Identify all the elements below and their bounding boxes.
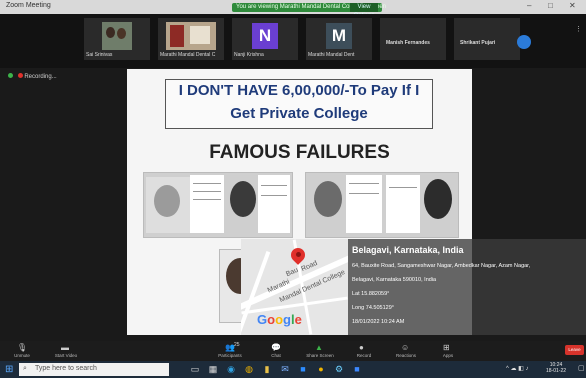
chrome-icon[interactable]: ◍ <box>242 362 256 376</box>
participants-label: Participants <box>218 353 242 358</box>
share-screen-label: Share Screen <box>306 353 334 358</box>
share-screen-button[interactable]: ▲ Share Screen <box>302 341 338 361</box>
more-icon[interactable]: ⋮ <box>575 25 582 33</box>
notification-icon[interactable]: ▢ <box>578 364 585 372</box>
failure-photo-collage <box>305 172 459 238</box>
unmute-label: Unmute <box>14 353 30 358</box>
edge-icon[interactable]: ◉ <box>224 362 238 376</box>
geotag-info: Belagavi, Karnataka, India 64, Bauxite R… <box>348 239 586 335</box>
screen-share-banner: You are viewing Marathi Mandal Dental Co… <box>232 3 386 19</box>
chat-icon: 💬 <box>271 343 281 352</box>
participant-video <box>166 22 216 50</box>
record-button[interactable]: ● Record <box>346 341 382 361</box>
system-tray-icons[interactable]: ^ ☁ ◧ ♪ <box>506 365 529 372</box>
chat-button[interactable]: 💬 Chat <box>258 341 294 361</box>
headline-line-1: I DON'T HAVE 6,00,000/-To Pay If I <box>178 82 420 99</box>
reactions-label: Reactions <box>395 353 416 358</box>
participant-tile[interactable]: Shrikant Pujari <box>454 18 520 60</box>
headline-box: I DON'T HAVE 6,00,000/-To Pay If I Get P… <box>165 79 433 129</box>
task-view-icon[interactable]: ▭ <box>188 362 202 376</box>
record-icon: ● <box>359 343 364 352</box>
participant-tile[interactable]: M Marathi Mandal Dent <box>306 18 372 60</box>
failure-photo-collage <box>143 172 293 238</box>
zoom-icon[interactable]: ■ <box>296 362 310 376</box>
mail-icon[interactable]: ✉ <box>278 362 292 376</box>
leave-button[interactable]: Leave <box>565 345 584 355</box>
participant-tile[interactable]: N Nanji Krishna <box>232 18 298 60</box>
security-icon <box>8 73 13 78</box>
geotag-lat: Lat 15.882059° <box>352 291 390 297</box>
participants-button[interactable]: 👥 25 Participants <box>212 341 248 361</box>
participant-name: Manish Fernandes <box>386 40 430 46</box>
avatar: N <box>252 23 278 49</box>
profile-icon[interactable] <box>517 35 531 49</box>
share-screen-icon: ▲ <box>315 343 323 352</box>
minimize-button[interactable]: – <box>527 1 531 10</box>
google-logo: Google <box>257 312 302 327</box>
start-video-label: Start Video <box>54 353 78 358</box>
headline-line-2: Get Private College <box>230 105 368 122</box>
clock-date: 18-01-22 <box>546 368 567 374</box>
maximize-button[interactable]: □ <box>548 1 553 10</box>
geotag-city: Belagavi, Karnataka, India <box>352 245 464 255</box>
participant-tile[interactable]: Sai Srinivas <box>84 18 150 60</box>
taskbar-search-box[interactable]: ⌕ Type here to search <box>19 363 169 376</box>
settings-icon[interactable]: ⚙ <box>332 362 346 376</box>
app-icon[interactable]: ■ <box>350 362 364 376</box>
app-icon[interactable]: ● <box>314 362 328 376</box>
recording-indicator: Recording... <box>8 73 57 80</box>
participant-name: Shrikant Pujari <box>460 40 496 46</box>
microphone-icon: 🎙 <box>17 343 28 352</box>
record-label: Record <box>356 353 372 358</box>
chat-label: Chat <box>271 353 281 358</box>
reactions-button[interactable]: ☺ Reactions <box>388 341 424 361</box>
map-pin-center <box>296 252 301 257</box>
apps-label: Apps <box>442 353 454 358</box>
participant-count: 25 <box>234 342 240 348</box>
unmute-button[interactable]: 🎙 Unmute <box>4 341 40 361</box>
geotag-long: Long 74.505129° <box>352 305 394 311</box>
record-dot-icon <box>17 73 23 78</box>
participant-name: Marathi Mandal Dent <box>308 52 355 58</box>
video-camera-icon: ▬ <box>61 343 69 352</box>
participant-name: Nanji Krishna <box>234 52 264 58</box>
meeting-toolbar: 🎙 Unmute ▬ Start Video 👥 25 Participants… <box>0 341 586 361</box>
view-options-button[interactable]: View Options <box>350 3 378 19</box>
search-icon: ⌕ <box>23 365 27 372</box>
participant-tile[interactable]: Marathi Mandal Dental C <box>158 18 224 60</box>
windows-start-icon[interactable]: ⊞ <box>5 364 13 375</box>
widgets-icon[interactable]: ▦ <box>206 362 220 376</box>
smile-icon: ☺ <box>401 343 410 352</box>
start-video-button[interactable]: ▬ Start Video <box>48 341 84 361</box>
close-button[interactable]: ✕ <box>569 1 576 10</box>
avatar: M <box>326 23 352 49</box>
participant-name: Marathi Mandal Dental C <box>160 52 216 58</box>
search-placeholder: Type here to search <box>35 365 97 372</box>
apps-icon: ⊞ <box>443 343 450 352</box>
location-map: Road Bau Marathi Mandal Dental College G… <box>241 239 348 335</box>
geotag-address-2: Belagavi, Karnataka 590010, India <box>352 277 437 283</box>
participant-name: Sai Srinivas <box>86 52 113 58</box>
geotag-datetime: 18/01/2022 10:24 AM <box>352 319 405 325</box>
taskbar-clock[interactable]: 10:24 18-01-22 <box>546 362 566 374</box>
participant-video <box>102 22 132 50</box>
participant-tile[interactable]: Manish Fernandes <box>380 18 446 60</box>
slide-subheading: FAMOUS FAILURES <box>209 142 390 163</box>
recording-label: Recording... <box>24 74 57 80</box>
geotag-address: 64, Bauxite Road, Sangameshwar Nagar, Am… <box>352 263 531 269</box>
window-title: Zoom Meeting <box>6 2 51 9</box>
map-label: Bau <box>285 266 300 279</box>
apps-button[interactable]: ⊞ Apps <box>430 341 466 361</box>
file-explorer-icon[interactable]: ▮ <box>260 362 274 376</box>
